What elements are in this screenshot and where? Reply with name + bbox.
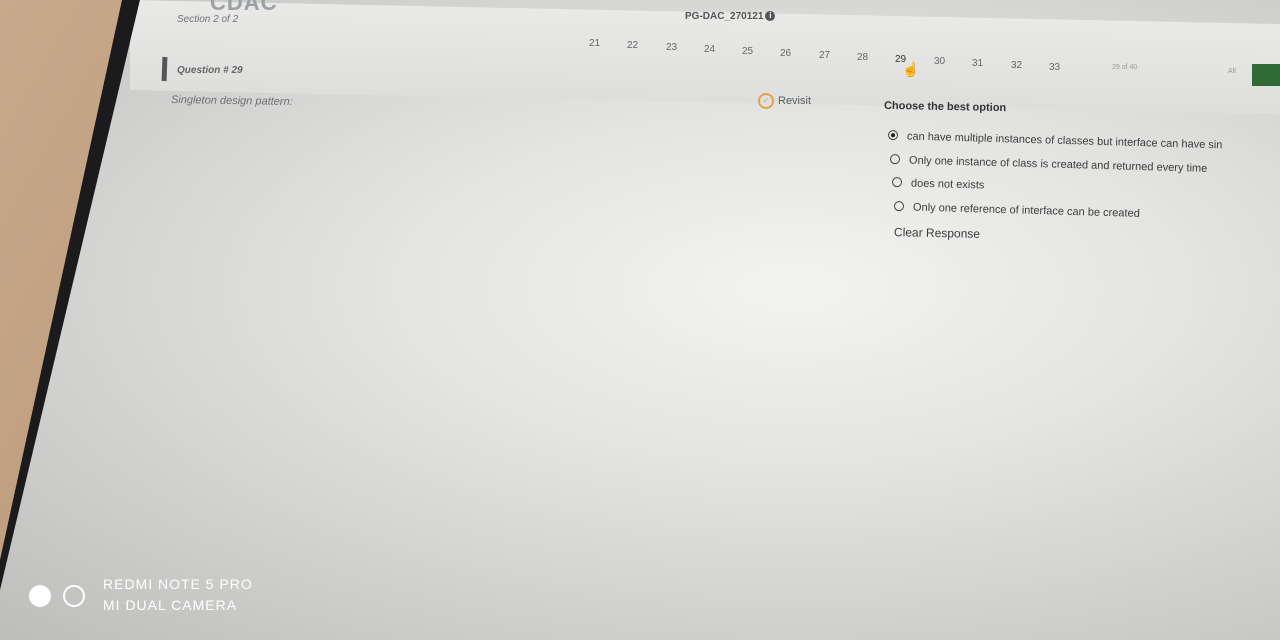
option-2[interactable]: Only one instance of class is created an… [889,154,1208,175]
question-number-25[interactable]: 25 [742,46,753,57]
revisit-label: Revisit [778,94,812,107]
section-label: Section 2 of 2 [177,14,239,25]
option-2-text: Only one instance of class is created an… [908,154,1208,175]
all-button[interactable]: All [1228,68,1236,75]
option-1[interactable]: can have multiple instances of classes b… [887,130,1223,152]
radio-button-selected[interactable] [887,130,899,141]
camera-watermark-ring-icon [63,585,85,607]
question-number-26[interactable]: 26 [780,48,791,59]
option-3[interactable]: does not exists [891,177,985,192]
choose-best-option-label: Choose the best option [883,99,1007,115]
question-number-23[interactable]: 23 [666,42,677,53]
question-label: Question # 29 [177,65,243,76]
question-number-31[interactable]: 31 [972,58,983,69]
exam-title-text: PG-DAC_270121 [685,11,764,22]
question-number-22[interactable]: 22 [627,40,638,51]
question-number-33[interactable]: 33 [1049,62,1060,73]
question-number-28[interactable]: 28 [857,52,868,63]
radio-button[interactable] [893,201,905,212]
revisit-button[interactable]: ✓ Revisit [758,93,811,109]
question-number-24[interactable]: 24 [704,44,715,55]
camera-watermark-line2: MI DUAL CAMERA [103,597,238,613]
question-number-21[interactable]: 21 [589,38,600,49]
radio-button[interactable] [891,177,903,188]
info-icon[interactable]: i [765,11,776,22]
option-3-text: does not exists [910,177,985,192]
question-counter[interactable]: 29 of 40 [1112,64,1137,71]
revisit-check-icon: ✓ [758,93,774,109]
question-marker-bar [161,56,168,82]
clear-response-button[interactable]: Clear Response [894,225,980,241]
camera-watermark-line1: REDMI NOTE 5 PRO [103,576,253,592]
question-number-30[interactable]: 30 [934,56,945,67]
question-number-32[interactable]: 32 [1011,60,1022,71]
exam-title: PG-DAC_270121 i [685,11,776,22]
question-text: Singleton design pattern: [170,93,293,109]
laptop-screen: CDAC Section 2 of 2 PG-DAC_270121 i 21 22… [0,0,1280,640]
hand-cursor-icon: ☝ [902,61,920,77]
option-4-text: Only one reference of interface can be c… [912,201,1140,220]
question-number-27[interactable]: 27 [819,50,830,61]
radio-button[interactable] [889,154,901,165]
option-4[interactable]: Only one reference of interface can be c… [893,201,1140,220]
next-button[interactable] [1252,64,1280,86]
option-1-text: can have multiple instances of classes b… [906,130,1223,152]
camera-watermark-dot-icon [29,585,51,607]
